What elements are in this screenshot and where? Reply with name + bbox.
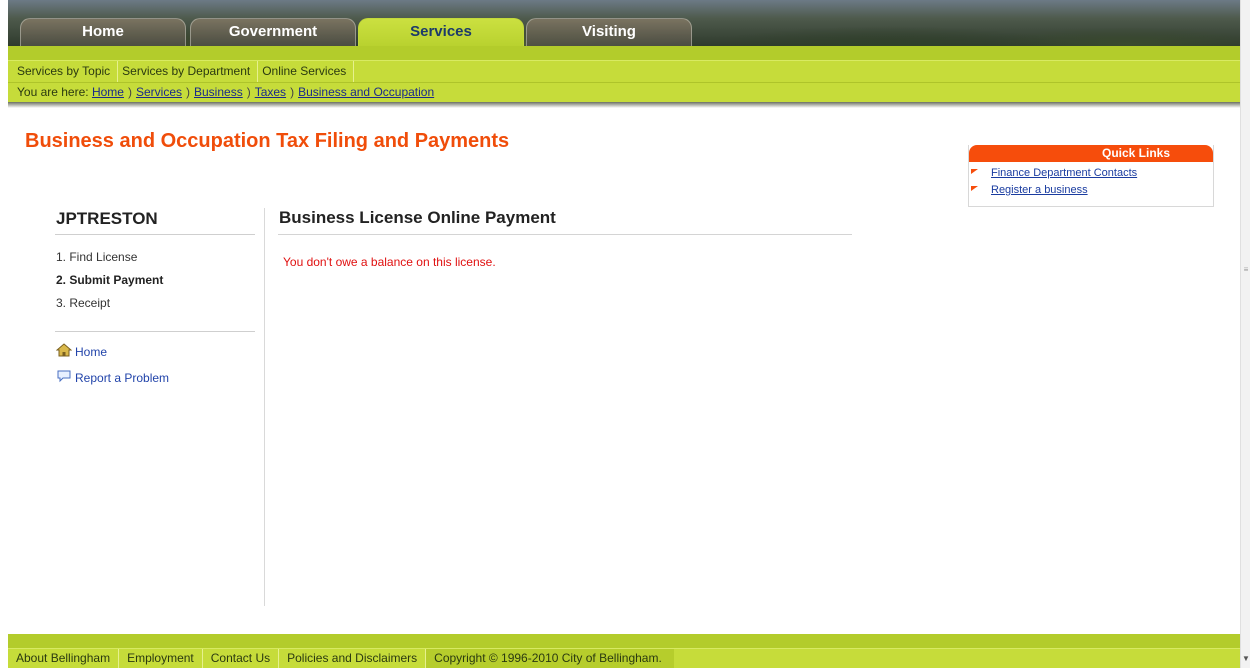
- tab-home[interactable]: Home: [20, 18, 186, 46]
- footer-employment-link[interactable]: Employment: [119, 648, 203, 668]
- tab-services[interactable]: Services: [358, 18, 524, 46]
- divider: [55, 331, 255, 332]
- column-divider: [264, 208, 265, 606]
- divider: [278, 234, 852, 235]
- quick-links-title: Quick Links: [969, 145, 1213, 162]
- subnav-online-services[interactable]: Online Services: [258, 60, 355, 83]
- page-title: Business and Occupation Tax Filing and P…: [25, 130, 510, 152]
- subnav-services-by-topic[interactable]: Services by Topic: [13, 60, 119, 83]
- footer: About Bellingham Employment Contact Us P…: [8, 648, 1240, 668]
- quick-links-box: Quick Links Finance Department Contacts …: [968, 145, 1214, 207]
- breadcrumb-separator: ): [186, 85, 190, 99]
- footer-contact-link[interactable]: Contact Us: [203, 648, 280, 668]
- sidebar-home-link[interactable]: Home: [55, 343, 108, 360]
- scroll-grip-icon[interactable]: ≡: [1242, 266, 1250, 274]
- flag-icon: [971, 169, 978, 177]
- step-find-license: 1. Find License: [56, 250, 138, 264]
- speech-bubble-icon: [56, 369, 72, 386]
- breadcrumb-business[interactable]: Business: [194, 85, 243, 99]
- breadcrumb-separator: ): [246, 85, 251, 99]
- quick-link-finance-contacts[interactable]: Finance Department Contacts: [991, 167, 1137, 179]
- footer-about-link[interactable]: About Bellingham: [8, 648, 120, 668]
- header-banner: Home Government Services Visiting: [8, 0, 1240, 46]
- divider: [55, 234, 255, 235]
- breadcrumb-services[interactable]: Services: [136, 85, 182, 99]
- sidebar-report-problem-label: Report a Problem: [75, 370, 170, 385]
- copyright-text: Copyright © 1996-2010 City of Bellingham…: [426, 648, 674, 668]
- breadcrumb-prefix: You are here:: [17, 85, 89, 99]
- tab-underbar: [8, 46, 1240, 60]
- house-icon: [55, 343, 73, 360]
- scroll-down-arrow-icon[interactable]: ▼: [1241, 652, 1250, 666]
- tab-visiting[interactable]: Visiting: [526, 18, 692, 46]
- payment-steps: 1. Find License 2. Submit Payment 3. Rec…: [56, 250, 163, 319]
- breadcrumb-taxes[interactable]: Taxes: [255, 85, 286, 99]
- breadcrumb-separator: ): [127, 85, 132, 99]
- quick-link-item: Finance Department Contacts: [969, 167, 1213, 184]
- flag-icon: [971, 186, 978, 194]
- header-shadow: [8, 102, 1240, 108]
- sidebar-home-label: Home: [75, 344, 108, 359]
- scrollbar[interactable]: ≡ ▼: [1240, 0, 1250, 668]
- quick-link-item: Register a business: [969, 184, 1213, 201]
- breadcrumb: You are here: Home) Services) Business) Tax…: [8, 82, 1240, 102]
- breadcrumb-home[interactable]: Home: [92, 85, 124, 99]
- username-heading: JPTRESTON: [56, 209, 158, 228]
- sidebar-report-problem-link[interactable]: Report a Problem: [56, 369, 169, 386]
- breadcrumb-business-and-occupation[interactable]: Business and Occupation: [298, 85, 434, 99]
- step-receipt: 3. Receipt: [56, 296, 111, 310]
- step-submit-payment: 2. Submit Payment: [56, 273, 164, 287]
- sub-navigation: Services by Topic Services by Department…: [8, 60, 1240, 83]
- tab-government[interactable]: Government: [190, 18, 356, 46]
- footer-policies-link[interactable]: Policies and Disclaimers: [279, 648, 427, 668]
- balance-message: You don't owe a balance on this license.: [283, 255, 496, 269]
- subnav-services-by-department[interactable]: Services by Department: [118, 60, 259, 83]
- footer-bar: [8, 634, 1240, 648]
- section-title: Business License Online Payment: [279, 208, 556, 227]
- quick-link-register-business[interactable]: Register a business: [991, 184, 1088, 196]
- breadcrumb-separator: ): [290, 85, 295, 99]
